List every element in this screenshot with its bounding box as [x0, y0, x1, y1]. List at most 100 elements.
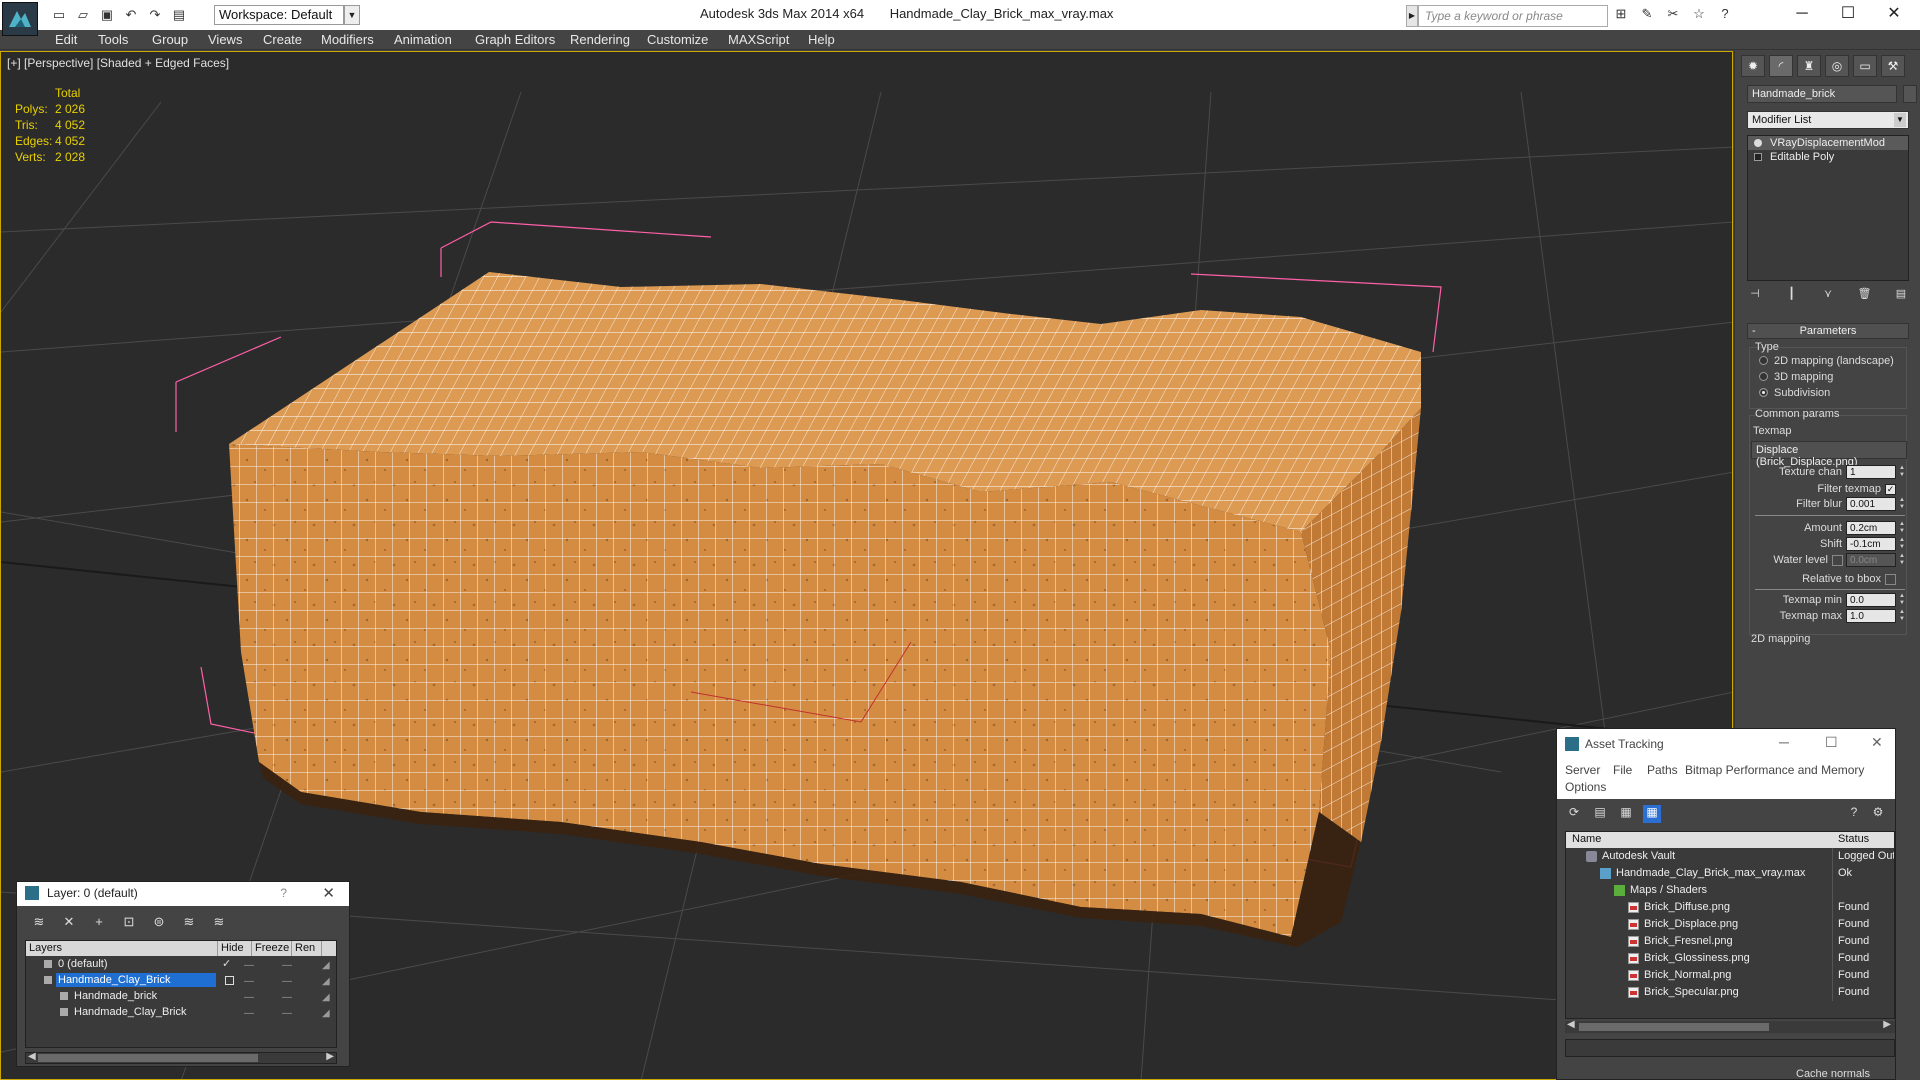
asset-horizontal-scrollbar[interactable]: ◀ ▶ — [1565, 1019, 1895, 1033]
filter-texmap-checkbox[interactable]: ✓ — [1885, 483, 1896, 495]
lightbulb-icon[interactable] — [1754, 139, 1762, 147]
new-icon[interactable]: ▭ — [50, 6, 68, 24]
create-layer-icon[interactable]: ≋ — [29, 914, 49, 932]
amount-field[interactable]: 0.2cm — [1846, 521, 1896, 535]
radio-3d-mapping[interactable]: 3D mapping — [1759, 371, 1833, 383]
viewport-label-menu[interactable]: [+] [Perspective] [Shaded + Edged Faces] — [7, 56, 229, 70]
texmap-max-field[interactable]: 1.0 — [1846, 609, 1896, 623]
object-color-swatch[interactable] — [1903, 85, 1917, 103]
maximize-icon[interactable]: ☐ — [1825, 734, 1838, 751]
scrollbar-thumb[interactable] — [1579, 1023, 1769, 1031]
hierarchy-tab-icon[interactable]: ♜ — [1797, 55, 1821, 77]
delete-layer-icon[interactable]: ✕ — [59, 914, 79, 932]
asset-row[interactable]: Brick_Normal.png Found — [1566, 967, 1894, 984]
create-tab-icon[interactable]: ✹ — [1741, 55, 1765, 77]
asset-menu-bitmap[interactable]: Bitmap Performance and Memory — [1685, 763, 1864, 777]
asset-row[interactable]: Brick_Diffuse.png Found — [1566, 899, 1894, 916]
menu-maxscript[interactable]: MAXScript — [728, 32, 789, 47]
undo-icon[interactable]: ↶ — [122, 6, 140, 24]
stack-item-vraydisplacement[interactable]: VRayDisplacementMod — [1748, 136, 1908, 150]
layer-row[interactable]: Handmade_brick — — ◢ — [26, 988, 336, 1004]
layer-row[interactable]: 0 (default) ✓ — — ◢ — [26, 956, 336, 972]
relative-bbox-checkbox[interactable] — [1885, 573, 1896, 585]
project-icon[interactable]: ▤ — [170, 6, 188, 24]
layer-dialog-titlebar[interactable]: Layer: 0 (default) ? ✕ — [17, 882, 349, 906]
shift-field[interactable]: -0.1cm — [1846, 537, 1896, 551]
column-hide[interactable]: Hide — [218, 941, 252, 956]
column-freeze[interactable]: Freeze — [252, 941, 292, 956]
display-tab-icon[interactable]: ▭ — [1853, 55, 1877, 77]
asset-row[interactable]: Handmade_Clay_Brick_max_vray.max Ok — [1566, 865, 1894, 882]
open-icon[interactable]: ▱ — [74, 6, 92, 24]
column-name[interactable]: Name — [1572, 833, 1601, 845]
refresh-icon[interactable]: ⟳ — [1565, 805, 1583, 823]
details-view-icon[interactable]: ▦ — [1617, 805, 1635, 823]
freeze-toggle[interactable]: — — [282, 1006, 292, 1022]
spinner-icon[interactable]: ▲ ▼ — [1898, 497, 1906, 511]
menu-modifiers[interactable]: Modifiers — [321, 32, 374, 47]
scroll-right-icon[interactable]: ▶ — [326, 1051, 334, 1062]
configure-sets-icon[interactable]: ▤ — [1891, 287, 1911, 305]
asset-menu-paths[interactable]: Paths — [1647, 763, 1678, 777]
menu-customize[interactable]: Customize — [647, 32, 708, 47]
spinner-icon[interactable]: ▲ ▼ — [1898, 593, 1906, 607]
show-end-result-icon[interactable]: ┃ — [1782, 287, 1802, 305]
layer-row[interactable]: Handmade_Clay_Brick — — ◢ — [26, 972, 336, 988]
expand-icon[interactable] — [1754, 153, 1762, 161]
chevron-down-icon[interactable]: ▼ — [344, 5, 360, 25]
column-render[interactable]: Ren — [292, 941, 322, 956]
motion-tab-icon[interactable]: ◎ — [1825, 55, 1849, 77]
spinner-icon[interactable]: ▲ ▼ — [1898, 521, 1906, 535]
menu-graph-editors[interactable]: Graph Editors — [475, 32, 555, 47]
asset-row[interactable]: Maps / Shaders — [1566, 882, 1894, 899]
menu-help[interactable]: Help — [808, 32, 835, 47]
radio-subdivision[interactable]: Subdivision — [1759, 387, 1830, 399]
menu-create[interactable]: Create — [263, 32, 302, 47]
water-level-checkbox[interactable] — [1832, 554, 1843, 566]
texmap-min-field[interactable]: 0.0 — [1846, 593, 1896, 607]
help-icon[interactable]: ? — [1845, 805, 1863, 823]
binoculars-icon[interactable]: ⊞ — [1612, 6, 1630, 24]
table-view-icon[interactable]: ▦ — [1643, 805, 1661, 823]
pin-stack-icon[interactable]: ⊣ — [1745, 287, 1765, 305]
highlight-layer-icon[interactable]: ⊜ — [149, 914, 169, 932]
redo-icon[interactable]: ↷ — [146, 6, 164, 24]
radio-2d-mapping[interactable]: 2D mapping (landscape) — [1759, 355, 1894, 367]
modify-tab-icon[interactable]: ◜ — [1769, 55, 1793, 77]
asset-row[interactable]: Brick_Specular.png Found — [1566, 984, 1894, 1001]
asset-row[interactable]: Brick_Fresnel.png Found — [1566, 933, 1894, 950]
settings-icon[interactable]: ⚙ — [1869, 805, 1887, 823]
asset-dialog-titlebar[interactable]: Asset Tracking ─ ☐ ✕ — [1557, 729, 1895, 759]
minimize-icon[interactable]: ─ — [1779, 734, 1789, 750]
close-icon[interactable]: ✕ — [322, 884, 335, 902]
scroll-right-icon[interactable]: ▶ — [1883, 1019, 1891, 1030]
asset-menu-server[interactable]: Server — [1565, 763, 1600, 777]
maximize-button[interactable]: ☐ — [1825, 0, 1871, 30]
modifier-list-dropdown[interactable]: Modifier List ▼ — [1747, 111, 1909, 129]
select-objects-icon[interactable]: ⊡ — [119, 914, 139, 932]
save-icon[interactable]: ▣ — [98, 6, 116, 24]
spinner-icon[interactable]: ▲ ▼ — [1898, 465, 1906, 479]
layer-horizontal-scrollbar[interactable]: ◀ ▶ — [25, 1051, 337, 1064]
app-menu-button[interactable] — [2, 2, 38, 36]
asset-menu-file[interactable]: File — [1613, 763, 1632, 777]
add-to-layer-icon[interactable]: + — [89, 914, 109, 932]
close-button[interactable]: ✕ — [1871, 0, 1917, 30]
help-icon[interactable]: ? — [1716, 6, 1734, 24]
hide-toggle[interactable]: — — [244, 1006, 254, 1022]
filter-blur-field[interactable]: 0.001 — [1846, 497, 1896, 511]
texture-chan-field[interactable]: 1 — [1846, 465, 1896, 479]
spinner-icon[interactable]: ▲ ▼ — [1898, 553, 1906, 567]
menu-rendering[interactable]: Rendering — [570, 32, 630, 47]
favorites-icon[interactable]: ☆ — [1690, 6, 1708, 24]
utilities-tab-icon[interactable]: ⚒ — [1881, 55, 1905, 77]
make-unique-icon[interactable]: ⋎ — [1818, 287, 1838, 305]
make-current-checkbox[interactable] — [225, 976, 234, 985]
search-input[interactable]: Type a keyword or phrase — [1418, 5, 1608, 27]
asset-menu-options[interactable]: Options — [1565, 780, 1606, 794]
list-view-icon[interactable]: ▤ — [1591, 805, 1609, 823]
spinner-icon[interactable]: ▲ ▼ — [1898, 537, 1906, 551]
subscription-icon[interactable]: ✂ — [1664, 6, 1682, 24]
hide-all-icon[interactable]: ≋ — [179, 914, 199, 932]
stack-item-editable-poly[interactable]: Editable Poly — [1748, 150, 1908, 164]
